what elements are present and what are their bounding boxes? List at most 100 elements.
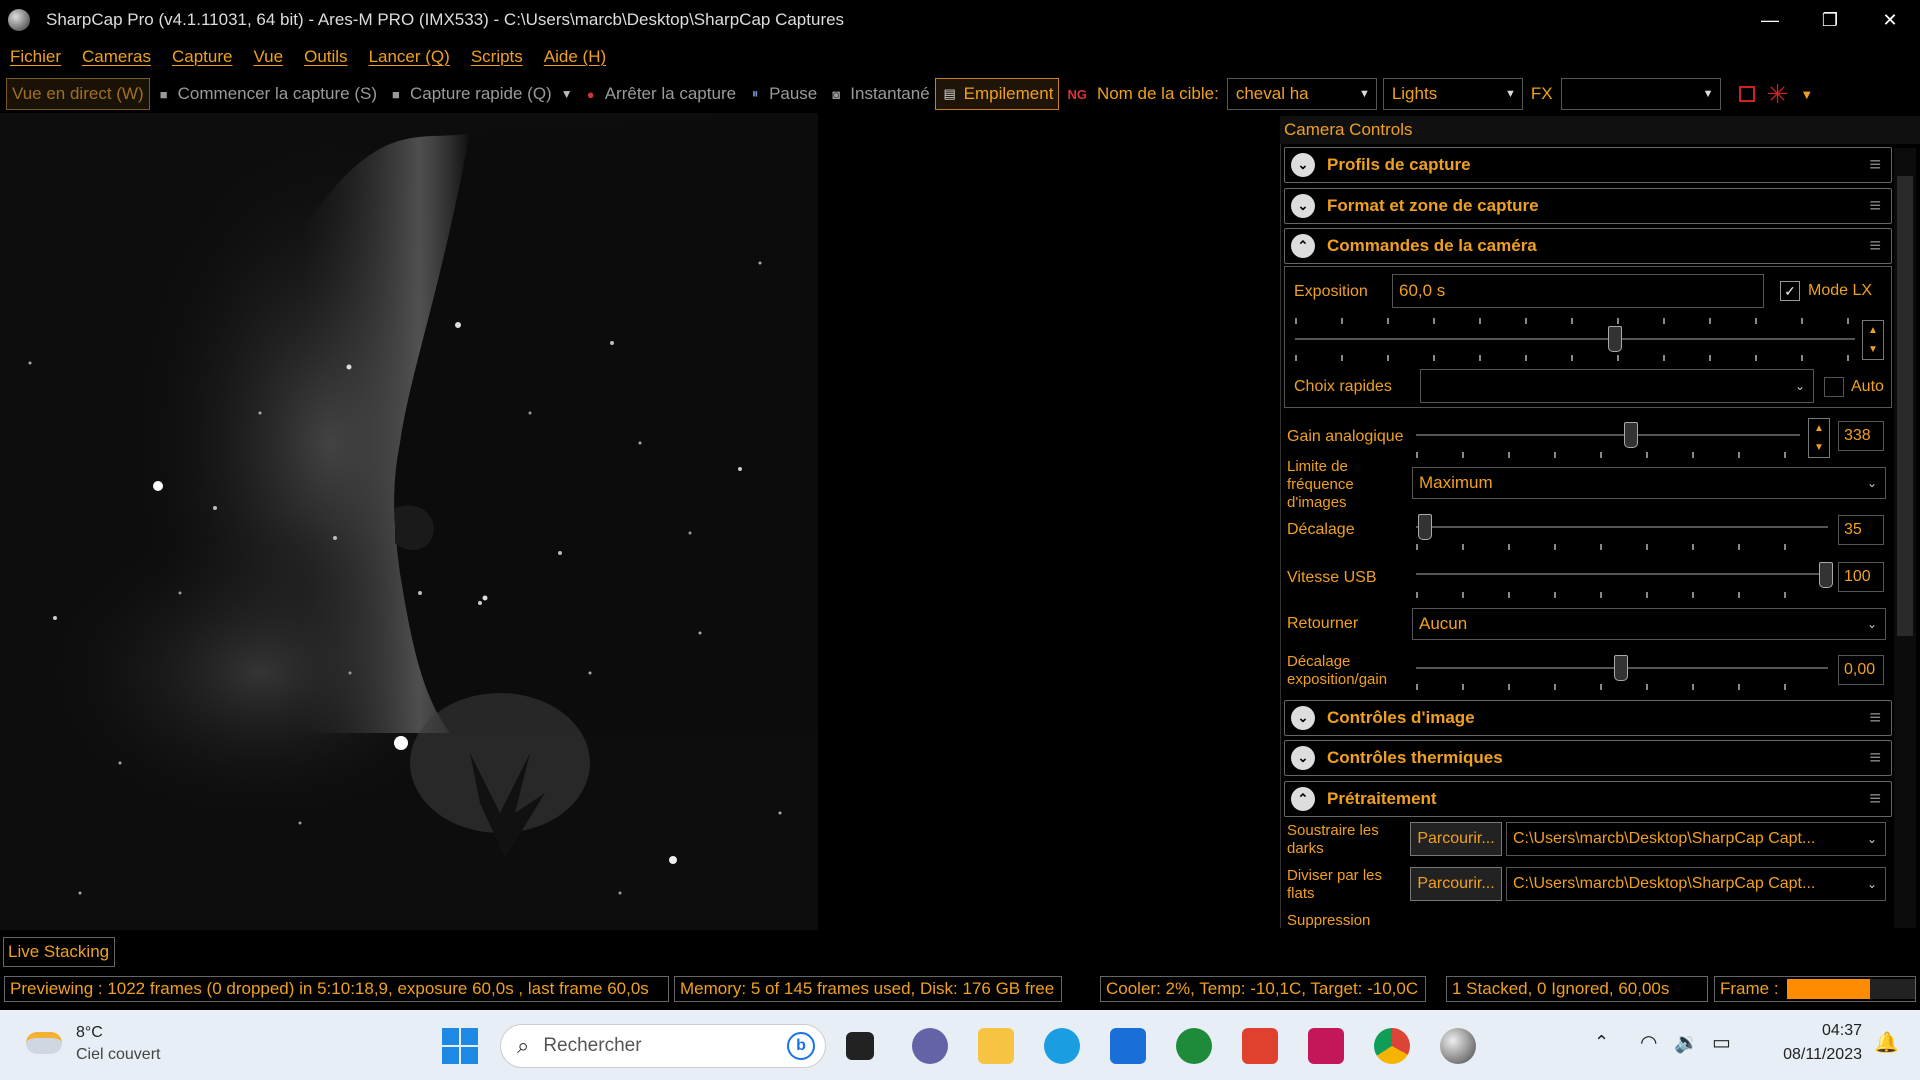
section-camera-commands[interactable]: ⌃ Commandes de la caméra ≡ [1284, 228, 1892, 264]
frame-type-select[interactable]: Lights ▼ [1382, 78, 1523, 110]
offset-value[interactable]: 35 [1838, 515, 1884, 545]
offset-slider-thumb[interactable] [1418, 514, 1432, 540]
menu-aide[interactable]: Aide (H) [544, 47, 606, 67]
section-format-area[interactable]: ⌄ Format et zone de capture ≡ [1284, 188, 1892, 224]
chevron-down-icon[interactable]: ▼ [1814, 442, 1824, 453]
start-capture-button[interactable]: ■ Commencer la capture (S) [150, 78, 382, 110]
taskbar-search[interactable]: ⌕ Rechercher b [500, 1024, 826, 1068]
section-image-controls[interactable]: ⌄ Contrôles d'image ≡ [1284, 700, 1892, 736]
exposure-gain-offset-thumb[interactable] [1614, 655, 1628, 681]
scrollbar-thumb[interactable] [1897, 176, 1913, 636]
menu-capture[interactable]: Capture [172, 47, 232, 67]
menu-fichier[interactable]: Fichier [10, 47, 61, 67]
restore-button[interactable]: ❐ [1800, 0, 1860, 40]
exposure-input[interactable]: 60,0 s [1392, 274, 1764, 308]
close-button[interactable]: ✕ [1860, 0, 1920, 40]
panel-scrollbar[interactable] [1894, 148, 1916, 928]
chevron-up-icon[interactable]: ▲ [1868, 325, 1878, 336]
teams-chat-icon[interactable] [912, 1028, 948, 1064]
darks-path-select[interactable]: C:\Users\marcb\Desktop\SharpCap Capt... ⌄ [1506, 822, 1886, 856]
chevron-down-icon[interactable]: ▼ [1868, 344, 1878, 355]
app-icon[interactable] [1308, 1028, 1344, 1064]
exposure-spinner[interactable]: ▲ ▼ [1862, 320, 1884, 360]
menu-icon[interactable]: ≡ [1869, 154, 1881, 177]
gain-slider-thumb[interactable] [1624, 422, 1638, 448]
notification-bell-icon[interactable]: 🔔 [1874, 1030, 1899, 1055]
clock-date[interactable]: 08/11/2023 [1760, 1046, 1862, 1064]
edge-icon[interactable] [1044, 1028, 1080, 1064]
usb-speed-slider-track[interactable] [1416, 573, 1828, 575]
offset-slider-track[interactable] [1416, 526, 1828, 528]
menu-outils[interactable]: Outils [304, 47, 347, 67]
auto-checkbox[interactable] [1824, 377, 1844, 397]
start-icon[interactable] [442, 1028, 478, 1064]
menu-icon[interactable]: ≡ [1869, 195, 1881, 218]
usb-speed-slider-thumb[interactable] [1819, 562, 1833, 588]
store-icon[interactable] [1110, 1028, 1146, 1064]
image-preview[interactable] [0, 113, 818, 930]
expand-icon[interactable]: ⌄ [1291, 194, 1315, 218]
menu-cameras[interactable]: Cameras [82, 47, 151, 67]
flats-browse-button[interactable]: Parcourir... [1410, 867, 1502, 901]
darks-browse-button[interactable]: Parcourir... [1410, 822, 1502, 856]
gain-value[interactable]: 338 [1838, 421, 1884, 451]
target-name-select[interactable]: cheval ha ▼ [1226, 78, 1377, 110]
ng-icon[interactable]: NG [1067, 87, 1087, 102]
pause-button[interactable]: ⏸ Pause [741, 78, 822, 110]
weather-temp: 8°C [76, 1024, 103, 1041]
chevron-up-icon[interactable]: ▲ [1814, 423, 1824, 434]
stacking-button[interactable]: ▤ Empilement [934, 78, 1060, 110]
anydesk-icon[interactable] [1242, 1028, 1278, 1064]
battery-icon[interactable]: ▭ [1712, 1030, 1731, 1055]
live-view-button[interactable]: Vue en direct (W) [6, 78, 150, 110]
menu-vue[interactable]: Vue [253, 47, 283, 67]
menu-lancer[interactable]: Lancer (Q) [369, 47, 450, 67]
task-view-icon[interactable] [846, 1032, 874, 1060]
menu-icon[interactable]: ≡ [1869, 235, 1881, 258]
gain-spinner[interactable]: ▲ ▼ [1808, 418, 1830, 458]
minimize-button[interactable]: — [1740, 0, 1800, 40]
menu-scripts[interactable]: Scripts [471, 47, 523, 67]
snapshot-button[interactable]: ◙ Instantané [822, 78, 934, 110]
menu-icon[interactable]: ≡ [1869, 747, 1881, 770]
phd-guiding-icon[interactable] [1176, 1028, 1212, 1064]
expand-icon[interactable]: ⌄ [1291, 153, 1315, 177]
collapse-icon[interactable]: ⌃ [1291, 787, 1315, 811]
live-stacking-tab[interactable]: Live Stacking [3, 937, 115, 967]
quick-capture-button[interactable]: ■ Capture rapide (Q) [382, 78, 557, 110]
section-preprocessing[interactable]: ⌃ Prétraitement ≡ [1284, 781, 1892, 817]
expand-icon[interactable]: ⌄ [1291, 746, 1315, 770]
collapse-icon[interactable]: ⌃ [1291, 234, 1315, 258]
overflow-chevron-icon[interactable]: ▼ [1800, 87, 1813, 102]
clock-time[interactable]: 04:37 [1782, 1022, 1862, 1040]
chevron-up-icon[interactable]: ⌃ [1594, 1032, 1609, 1053]
chrome-icon[interactable] [1374, 1028, 1410, 1064]
exposure-slider-track[interactable] [1295, 338, 1855, 340]
section-thermal-controls[interactable]: ⌄ Contrôles thermiques ≡ [1284, 740, 1892, 776]
weather-widget[interactable]: 8°C Ciel couvert [20, 1020, 220, 1070]
lx-mode-checkbox[interactable]: ✓ [1780, 281, 1800, 301]
menu-icon[interactable]: ≡ [1869, 788, 1881, 811]
wifi-icon[interactable]: ◠ [1640, 1030, 1657, 1055]
menu-icon[interactable]: ≡ [1869, 707, 1881, 730]
section-capture-profiles[interactable]: ⌄ Profils de capture ≡ [1284, 147, 1892, 183]
expand-icon[interactable]: ⌄ [1291, 706, 1315, 730]
gain-slider-track[interactable] [1416, 434, 1800, 436]
speaker-icon[interactable]: 🔉 [1674, 1030, 1699, 1055]
usb-speed-value[interactable]: 100 [1838, 562, 1884, 592]
reticle-icon[interactable] [1738, 86, 1755, 102]
quick-choices-select[interactable]: ⌄ [1420, 369, 1814, 403]
stop-capture-button[interactable]: ● Arrêter la capture [577, 78, 741, 110]
file-explorer-icon[interactable] [978, 1028, 1014, 1064]
sharpcap-taskbar-icon[interactable] [1440, 1028, 1476, 1064]
fx-select[interactable]: ▼ [1560, 78, 1721, 110]
flip-select[interactable]: Aucun ⌄ [1412, 608, 1886, 640]
flats-path-select[interactable]: C:\Users\marcb\Desktop\SharpCap Capt... ⌄ [1506, 867, 1886, 901]
crosshair-icon[interactable]: ✳ [1767, 79, 1789, 110]
exposure-gain-offset-value[interactable]: 0,00 [1838, 655, 1884, 685]
exposure-slider-thumb[interactable] [1608, 326, 1622, 352]
quick-capture-dropdown-icon[interactable]: ▼ [557, 87, 577, 101]
section-title: Prétraitement [1327, 789, 1437, 808]
quick-choices-label: Choix rapides [1294, 378, 1392, 395]
frame-rate-limit-select[interactable]: Maximum ⌄ [1412, 467, 1886, 499]
